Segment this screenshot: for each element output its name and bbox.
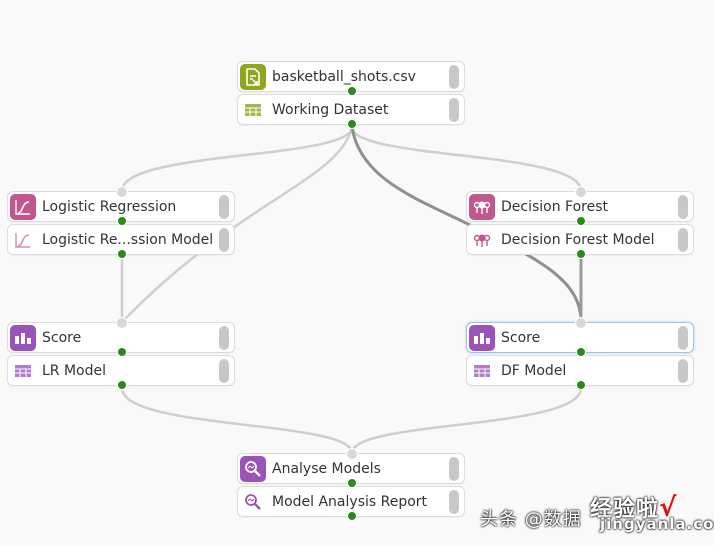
output-label: DF Model <box>501 362 567 379</box>
node-output[interactable]: Decision Forest Model <box>466 224 694 259</box>
forest-icon <box>469 227 495 253</box>
output-port[interactable] <box>117 216 127 226</box>
node-score-df[interactable]: Score DF Model <box>466 317 694 390</box>
wire-df-score-to-analyse <box>350 387 583 454</box>
input-port[interactable] <box>116 317 128 329</box>
output-port[interactable] <box>347 511 357 521</box>
scrollbar[interactable] <box>219 228 229 252</box>
node-title: Score <box>42 329 82 346</box>
node-title: Decision Forest <box>501 198 609 215</box>
node-logistic-regression[interactable]: Logistic Regression Logistic Re...ssion … <box>7 186 235 259</box>
node-header[interactable]: Decision Forest <box>466 186 694 226</box>
node-output[interactable]: DF Model <box>466 355 694 390</box>
output-port[interactable] <box>576 380 586 390</box>
analyse-magnifier-icon <box>240 489 266 515</box>
output-port[interactable] <box>576 347 586 357</box>
scrollbar[interactable] <box>219 359 229 383</box>
input-port[interactable] <box>575 186 587 198</box>
node-header[interactable]: Logistic Regression <box>7 186 235 226</box>
output-port[interactable] <box>117 347 127 357</box>
output-label: LR Model <box>42 362 107 379</box>
watermark-source: 头条 @数据 <box>480 509 582 530</box>
output-port[interactable] <box>117 249 127 259</box>
output-port[interactable] <box>347 86 357 96</box>
scrollbar[interactable] <box>449 98 459 122</box>
output-port[interactable] <box>347 119 357 129</box>
table-icon <box>10 358 36 384</box>
watermark: 头条 @数据 经验啦√ jingyanla.com <box>480 493 714 533</box>
logistic-curve-icon <box>10 227 36 253</box>
table-icon <box>240 97 266 123</box>
csv-file-icon <box>240 63 266 90</box>
node-header[interactable]: Analyse Models <box>237 448 465 488</box>
scrollbar[interactable] <box>219 195 229 219</box>
wire-source-to-logistic-regression <box>120 126 354 192</box>
node-output[interactable]: Model Analysis Report <box>237 486 465 521</box>
input-port[interactable] <box>575 317 587 329</box>
output-port[interactable] <box>576 249 586 259</box>
input-port[interactable] <box>346 448 358 460</box>
analyse-magnifier-icon <box>240 455 266 482</box>
node-decision-forest[interactable]: Decision Forest Decision Forest Model <box>466 186 694 259</box>
node-basketball-shots[interactable]: basketball_shots.csv Working Dataset <box>237 61 465 129</box>
logistic-curve-icon <box>10 193 36 220</box>
scrollbar[interactable] <box>219 326 229 350</box>
table-icon <box>469 358 495 384</box>
score-icon <box>469 324 495 351</box>
node-analyse-models[interactable]: Analyse Models Model Analysis Report <box>237 448 465 521</box>
scrollbar[interactable] <box>678 195 688 219</box>
wire-lr-score-to-analyse <box>120 387 354 454</box>
input-port[interactable] <box>116 186 128 198</box>
output-label: Decision Forest Model <box>501 231 655 248</box>
watermark-url: jingyanla.com <box>600 515 714 533</box>
node-title: Score <box>501 329 541 346</box>
node-header[interactable]: Score <box>7 317 235 357</box>
node-score-lr[interactable]: Score LR Model <box>7 317 235 390</box>
output-label: Logistic Re...ssion Model <box>42 231 214 248</box>
output-port[interactable] <box>347 478 357 488</box>
node-header[interactable]: basketball_shots.csv <box>237 61 465 96</box>
output-label: Model Analysis Report <box>272 493 428 510</box>
node-header[interactable]: Score <box>466 317 694 357</box>
scrollbar[interactable] <box>449 457 459 481</box>
scrollbar[interactable] <box>449 490 459 514</box>
scrollbar[interactable] <box>449 65 459 89</box>
scrollbar[interactable] <box>678 228 688 252</box>
score-icon <box>10 324 36 351</box>
node-output[interactable]: Working Dataset <box>237 94 465 129</box>
node-title: Logistic Regression <box>42 198 177 215</box>
output-port[interactable] <box>117 380 127 390</box>
forest-icon <box>469 193 495 220</box>
node-title: basketball_shots.csv <box>272 68 416 85</box>
node-output[interactable]: LR Model <box>7 355 235 390</box>
output-port[interactable] <box>576 216 586 226</box>
output-label: Working Dataset <box>272 101 389 118</box>
node-output[interactable]: Logistic Re...ssion Model <box>7 224 235 259</box>
scrollbar[interactable] <box>678 359 688 383</box>
node-title: Analyse Models <box>272 460 381 477</box>
scrollbar[interactable] <box>678 326 688 350</box>
